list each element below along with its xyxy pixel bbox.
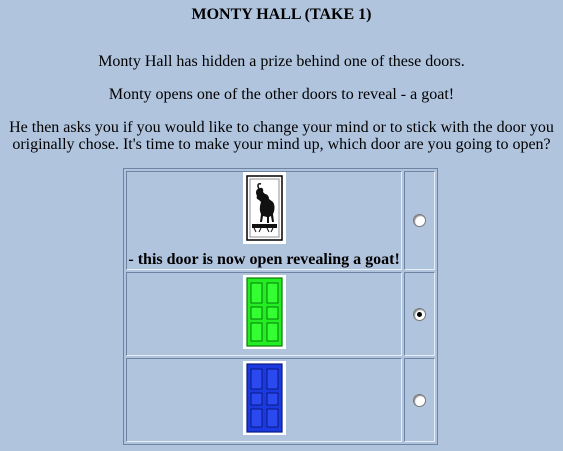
doors-table: - this door is now open revealing a goat… — [123, 168, 438, 445]
door-2-radio[interactable] — [413, 307, 427, 321]
intro-text-2: Monty opens one of the other doors to re… — [108, 86, 455, 103]
goat-door-icon — [242, 172, 286, 249]
blue-door-icon[interactable] — [242, 360, 286, 440]
door-1-radio[interactable] — [413, 214, 427, 228]
door-row-3 — [126, 358, 435, 442]
green-door-icon[interactable] — [242, 274, 286, 354]
door-row-1: - this door is now open revealing a goat… — [126, 171, 435, 270]
page-title: MONTY HALL (TAKE 1) — [191, 6, 372, 23]
intro-text-1: Monty Hall has hidden a prize behind one… — [98, 53, 465, 70]
radio-cell-1 — [404, 171, 435, 270]
door-cell-2 — [126, 272, 403, 356]
door-cell-3 — [126, 358, 403, 442]
door-cell-1: - this door is now open revealing a goat… — [126, 171, 403, 270]
open-door-caption: - this door is now open revealing a goat… — [128, 251, 400, 268]
radio-cell-2 — [404, 272, 435, 356]
door-row-2 — [126, 272, 435, 356]
intro-text-3: He then asks you if you would like to ch… — [9, 119, 554, 153]
radio-cell-3 — [404, 358, 435, 442]
door-3-radio[interactable] — [413, 393, 427, 407]
